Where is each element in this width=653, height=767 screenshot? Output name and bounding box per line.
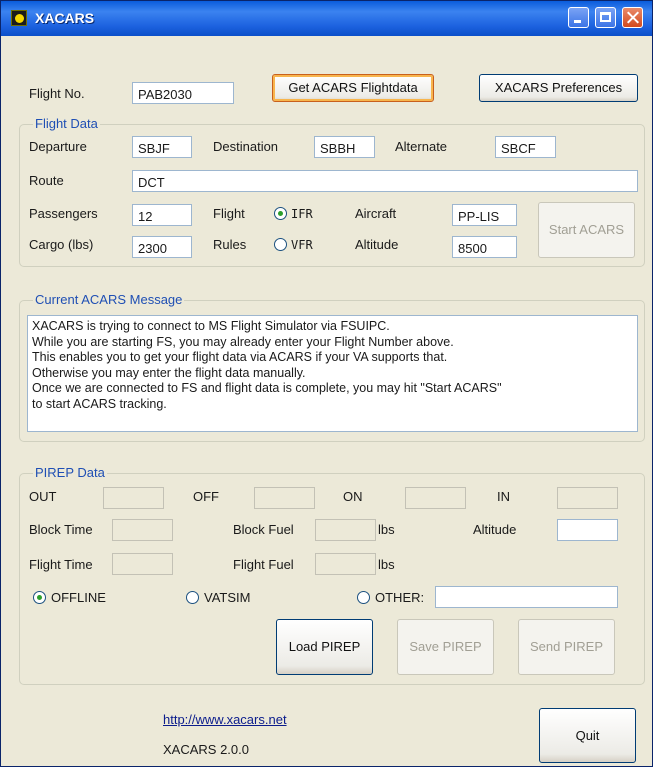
in-field [557,487,618,509]
flight-time-label: Flight Time [29,557,93,572]
rules-label: Rules [213,237,247,252]
on-field [405,487,466,509]
cargo-input[interactable]: 2300 [132,236,192,258]
block-fuel-field [315,519,376,541]
xacars-window: XACARS Flight No. PAB2030 Get ACARS Flig… [0,0,653,767]
on-label: ON [343,489,363,504]
off-label: OFF [193,489,219,504]
flight-time-field [112,553,173,575]
route-input[interactable]: DCT [132,170,638,192]
quit-button[interactable]: Quit [539,708,636,763]
alternate-input[interactable]: SBCF [495,136,556,158]
other-radio[interactable] [357,591,370,604]
destination-label: Destination [213,139,279,154]
flight-number-input[interactable]: PAB2030 [132,82,234,104]
aircraft-input[interactable]: PP-LIS [452,204,517,226]
vfr-radio[interactable] [274,238,287,251]
offline-label: OFFLINE [51,590,106,605]
flight-fuel-field [315,553,376,575]
start-acars-button[interactable]: Start ACARS [538,202,635,258]
save-pirep-button[interactable]: Save PIREP [397,619,494,675]
out-field [103,487,164,509]
flight-fuel-unit: lbs [378,557,395,572]
close-button[interactable] [622,7,643,28]
title-bar[interactable]: XACARS [1,1,652,36]
passengers-label: Passengers [29,206,98,221]
send-pirep-button[interactable]: Send PIREP [518,619,615,675]
in-label: IN [497,489,510,504]
block-time-label: Block Time [29,522,93,537]
other-label: OTHER: [375,590,425,605]
minimize-button[interactable] [568,7,589,28]
cargo-label: Cargo (lbs) [29,237,94,252]
get-acars-flightdata-button[interactable]: Get ACARS Flightdata [272,74,434,102]
passengers-input[interactable]: 12 [132,204,192,226]
aircraft-label: Aircraft [355,206,397,221]
altitude-input[interactable]: 8500 [452,236,517,258]
block-fuel-label: Block Fuel [233,522,294,537]
acars-message-text[interactable]: XACARS is trying to connect to MS Flight… [27,315,638,432]
departure-label: Departure [29,139,87,154]
block-time-field [112,519,173,541]
pirep-altitude-label: Altitude [473,522,517,537]
flight-fuel-label: Flight Fuel [233,557,294,572]
vatsim-label: VATSIM [204,590,251,605]
pirep-altitude-input[interactable] [557,519,618,541]
block-fuel-unit: lbs [378,522,395,537]
out-label: OUT [29,489,57,504]
ifr-radio[interactable] [274,207,287,220]
maximize-button[interactable] [595,7,616,28]
xacars-preferences-button[interactable]: XACARS Preferences [479,74,638,102]
ifr-label: IFR [291,207,313,221]
version-label: XACARS 2.0.0 [163,742,249,757]
vatsim-radio[interactable] [186,591,199,604]
other-network-input[interactable] [435,586,618,608]
load-pirep-button[interactable]: Load PIREP [276,619,373,675]
pirep-data-title: PIREP Data [33,465,107,480]
off-field [254,487,315,509]
xacars-website-link[interactable]: http://www.xacars.net [163,712,287,727]
offline-radio[interactable] [33,591,46,604]
flight-data-title: Flight Data [33,116,100,131]
acars-message-title: Current ACARS Message [33,292,185,307]
destination-input[interactable]: SBBH [314,136,375,158]
flight-label: Flight [213,206,245,221]
alternate-label: Alternate [395,139,448,154]
altitude-label: Altitude [355,237,399,252]
flight-number-label: Flight No. [29,86,85,101]
route-label: Route [29,173,64,188]
departure-input[interactable]: SBJF [132,136,192,158]
vfr-label: VFR [291,238,313,252]
window-title: XACARS [35,10,95,26]
app-icon[interactable] [11,10,27,26]
